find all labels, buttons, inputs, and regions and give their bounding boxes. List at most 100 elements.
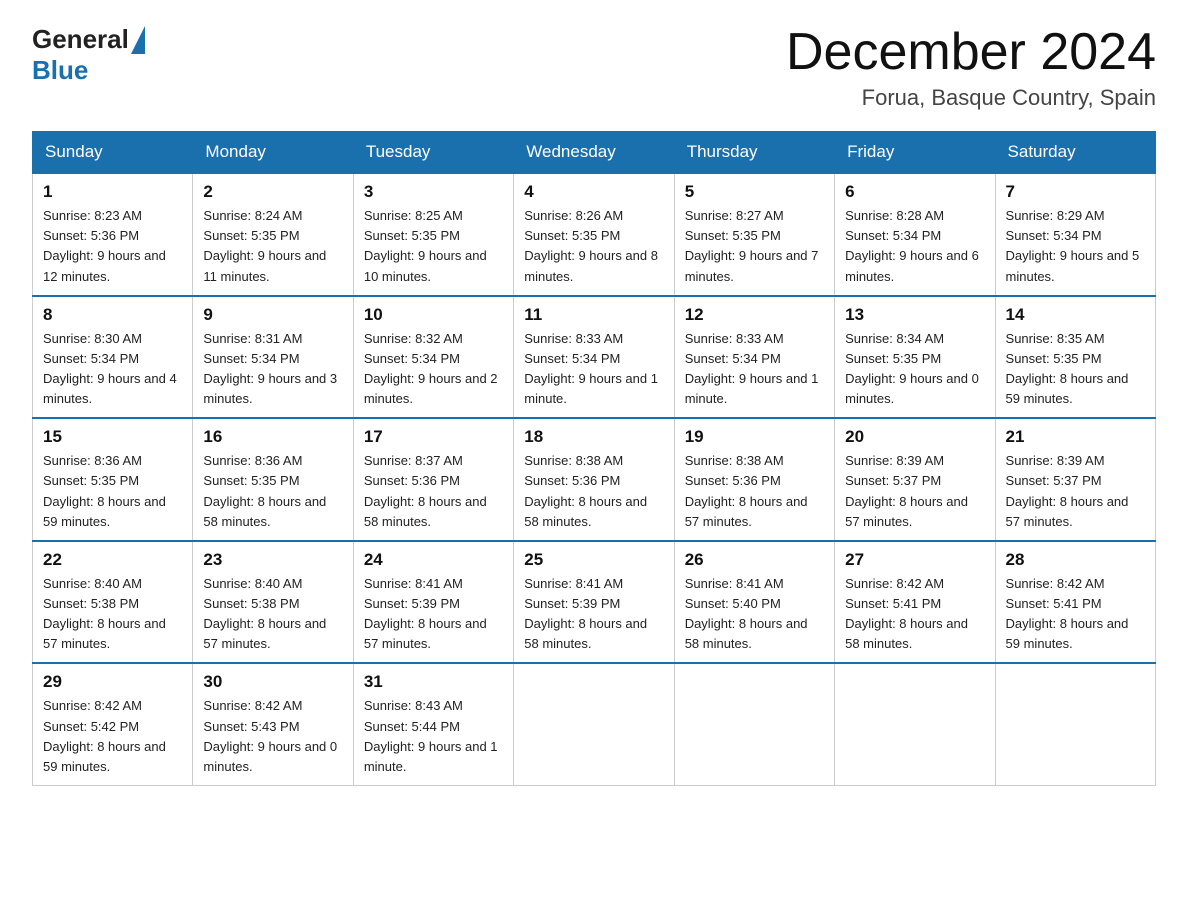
day-number: 22 bbox=[43, 550, 182, 570]
calendar-cell: 17 Sunrise: 8:37 AMSunset: 5:36 PMDayligh… bbox=[353, 418, 513, 541]
day-number: 11 bbox=[524, 305, 663, 325]
calendar-cell: 20 Sunrise: 8:39 AMSunset: 5:37 PMDayligh… bbox=[835, 418, 995, 541]
logo: General Blue bbox=[32, 24, 145, 86]
calendar-cell: 29 Sunrise: 8:42 AMSunset: 5:42 PMDayligh… bbox=[33, 663, 193, 785]
day-info: Sunrise: 8:42 AMSunset: 5:41 PMDaylight:… bbox=[1006, 574, 1145, 655]
column-header-friday: Friday bbox=[835, 132, 995, 174]
title-block: December 2024 Forua, Basque Country, Spa… bbox=[786, 24, 1156, 111]
day-info: Sunrise: 8:36 AMSunset: 5:35 PMDaylight:… bbox=[203, 451, 342, 532]
day-number: 3 bbox=[364, 182, 503, 202]
calendar-cell: 10 Sunrise: 8:32 AMSunset: 5:34 PMDayligh… bbox=[353, 296, 513, 419]
day-info: Sunrise: 8:29 AMSunset: 5:34 PMDaylight:… bbox=[1006, 206, 1145, 287]
day-info: Sunrise: 8:30 AMSunset: 5:34 PMDaylight:… bbox=[43, 329, 182, 410]
calendar-week-row: 1 Sunrise: 8:23 AMSunset: 5:36 PMDaylight… bbox=[33, 173, 1156, 296]
day-info: Sunrise: 8:42 AMSunset: 5:41 PMDaylight:… bbox=[845, 574, 984, 655]
day-info: Sunrise: 8:27 AMSunset: 5:35 PMDaylight:… bbox=[685, 206, 824, 287]
day-info: Sunrise: 8:39 AMSunset: 5:37 PMDaylight:… bbox=[1006, 451, 1145, 532]
day-info: Sunrise: 8:37 AMSunset: 5:36 PMDaylight:… bbox=[364, 451, 503, 532]
calendar-cell: 3 Sunrise: 8:25 AMSunset: 5:35 PMDaylight… bbox=[353, 173, 513, 296]
column-header-thursday: Thursday bbox=[674, 132, 834, 174]
calendar-cell: 12Sunrise: 8:33 AMSunset: 5:34 PMDayligh… bbox=[674, 296, 834, 419]
calendar-cell: 26Sunrise: 8:41 AMSunset: 5:40 PMDayligh… bbox=[674, 541, 834, 664]
calendar-cell: 16 Sunrise: 8:36 AMSunset: 5:35 PMDayligh… bbox=[193, 418, 353, 541]
day-number: 6 bbox=[845, 182, 984, 202]
page-header: General Blue December 2024 Forua, Basque… bbox=[32, 24, 1156, 111]
day-info: Sunrise: 8:39 AMSunset: 5:37 PMDaylight:… bbox=[845, 451, 984, 532]
day-number: 15 bbox=[43, 427, 182, 447]
calendar-cell: 14 Sunrise: 8:35 AMSunset: 5:35 PMDayligh… bbox=[995, 296, 1155, 419]
calendar-cell: 21 Sunrise: 8:39 AMSunset: 5:37 PMDayligh… bbox=[995, 418, 1155, 541]
calendar-cell bbox=[995, 663, 1155, 785]
calendar-cell: 5Sunrise: 8:27 AMSunset: 5:35 PMDaylight… bbox=[674, 173, 834, 296]
calendar-cell bbox=[674, 663, 834, 785]
day-info: Sunrise: 8:42 AMSunset: 5:43 PMDaylight:… bbox=[203, 696, 342, 777]
day-info: Sunrise: 8:41 AMSunset: 5:39 PMDaylight:… bbox=[524, 574, 663, 655]
day-number: 4 bbox=[524, 182, 663, 202]
day-info: Sunrise: 8:34 AMSunset: 5:35 PMDaylight:… bbox=[845, 329, 984, 410]
column-header-tuesday: Tuesday bbox=[353, 132, 513, 174]
column-header-monday: Monday bbox=[193, 132, 353, 174]
calendar-cell: 18Sunrise: 8:38 AMSunset: 5:36 PMDayligh… bbox=[514, 418, 674, 541]
day-info: Sunrise: 8:40 AMSunset: 5:38 PMDaylight:… bbox=[43, 574, 182, 655]
day-number: 29 bbox=[43, 672, 182, 692]
day-number: 16 bbox=[203, 427, 342, 447]
day-info: Sunrise: 8:38 AMSunset: 5:36 PMDaylight:… bbox=[685, 451, 824, 532]
calendar-cell: 22 Sunrise: 8:40 AMSunset: 5:38 PMDayligh… bbox=[33, 541, 193, 664]
day-info: Sunrise: 8:28 AMSunset: 5:34 PMDaylight:… bbox=[845, 206, 984, 287]
calendar-subtitle: Forua, Basque Country, Spain bbox=[786, 85, 1156, 111]
day-number: 21 bbox=[1006, 427, 1145, 447]
calendar-cell: 8 Sunrise: 8:30 AMSunset: 5:34 PMDaylight… bbox=[33, 296, 193, 419]
logo-general-text: General bbox=[32, 24, 129, 55]
calendar-cell bbox=[514, 663, 674, 785]
day-number: 9 bbox=[203, 305, 342, 325]
calendar-cell: 15 Sunrise: 8:36 AMSunset: 5:35 PMDayligh… bbox=[33, 418, 193, 541]
day-info: Sunrise: 8:41 AMSunset: 5:40 PMDaylight:… bbox=[685, 574, 824, 655]
logo-triangle-icon bbox=[131, 26, 145, 54]
day-number: 23 bbox=[203, 550, 342, 570]
day-number: 20 bbox=[845, 427, 984, 447]
day-info: Sunrise: 8:32 AMSunset: 5:34 PMDaylight:… bbox=[364, 329, 503, 410]
day-number: 25 bbox=[524, 550, 663, 570]
day-number: 28 bbox=[1006, 550, 1145, 570]
day-info: Sunrise: 8:38 AMSunset: 5:36 PMDaylight:… bbox=[524, 451, 663, 532]
calendar-cell: 1 Sunrise: 8:23 AMSunset: 5:36 PMDaylight… bbox=[33, 173, 193, 296]
calendar-cell: 4Sunrise: 8:26 AMSunset: 5:35 PMDaylight… bbox=[514, 173, 674, 296]
day-number: 2 bbox=[203, 182, 342, 202]
calendar-week-row: 15 Sunrise: 8:36 AMSunset: 5:35 PMDayligh… bbox=[33, 418, 1156, 541]
day-number: 12 bbox=[685, 305, 824, 325]
calendar-cell: 27Sunrise: 8:42 AMSunset: 5:41 PMDayligh… bbox=[835, 541, 995, 664]
day-info: Sunrise: 8:25 AMSunset: 5:35 PMDaylight:… bbox=[364, 206, 503, 287]
calendar-cell: 11 Sunrise: 8:33 AMSunset: 5:34 PMDayligh… bbox=[514, 296, 674, 419]
calendar-cell: 13 Sunrise: 8:34 AMSunset: 5:35 PMDayligh… bbox=[835, 296, 995, 419]
day-number: 14 bbox=[1006, 305, 1145, 325]
day-info: Sunrise: 8:23 AMSunset: 5:36 PMDaylight:… bbox=[43, 206, 182, 287]
calendar-week-row: 29 Sunrise: 8:42 AMSunset: 5:42 PMDayligh… bbox=[33, 663, 1156, 785]
calendar-cell: 24Sunrise: 8:41 AMSunset: 5:39 PMDayligh… bbox=[353, 541, 513, 664]
day-number: 24 bbox=[364, 550, 503, 570]
day-info: Sunrise: 8:40 AMSunset: 5:38 PMDaylight:… bbox=[203, 574, 342, 655]
column-header-wednesday: Wednesday bbox=[514, 132, 674, 174]
calendar-title: December 2024 bbox=[786, 24, 1156, 81]
day-number: 10 bbox=[364, 305, 503, 325]
day-info: Sunrise: 8:36 AMSunset: 5:35 PMDaylight:… bbox=[43, 451, 182, 532]
day-number: 13 bbox=[845, 305, 984, 325]
day-number: 7 bbox=[1006, 182, 1145, 202]
calendar-cell: 30Sunrise: 8:42 AMSunset: 5:43 PMDayligh… bbox=[193, 663, 353, 785]
calendar-cell: 2 Sunrise: 8:24 AMSunset: 5:35 PMDaylight… bbox=[193, 173, 353, 296]
column-header-sunday: Sunday bbox=[33, 132, 193, 174]
day-number: 8 bbox=[43, 305, 182, 325]
calendar-cell: 31Sunrise: 8:43 AMSunset: 5:44 PMDayligh… bbox=[353, 663, 513, 785]
day-info: Sunrise: 8:42 AMSunset: 5:42 PMDaylight:… bbox=[43, 696, 182, 777]
day-info: Sunrise: 8:24 AMSunset: 5:35 PMDaylight:… bbox=[203, 206, 342, 287]
calendar-week-row: 8 Sunrise: 8:30 AMSunset: 5:34 PMDaylight… bbox=[33, 296, 1156, 419]
column-header-saturday: Saturday bbox=[995, 132, 1155, 174]
day-number: 1 bbox=[43, 182, 182, 202]
day-info: Sunrise: 8:35 AMSunset: 5:35 PMDaylight:… bbox=[1006, 329, 1145, 410]
day-info: Sunrise: 8:33 AMSunset: 5:34 PMDaylight:… bbox=[524, 329, 663, 410]
day-number: 31 bbox=[364, 672, 503, 692]
day-number: 17 bbox=[364, 427, 503, 447]
calendar-cell: 25 Sunrise: 8:41 AMSunset: 5:39 PMDayligh… bbox=[514, 541, 674, 664]
day-info: Sunrise: 8:31 AMSunset: 5:34 PMDaylight:… bbox=[203, 329, 342, 410]
calendar-header-row: SundayMondayTuesdayWednesdayThursdayFrid… bbox=[33, 132, 1156, 174]
calendar-cell: 23 Sunrise: 8:40 AMSunset: 5:38 PMDayligh… bbox=[193, 541, 353, 664]
